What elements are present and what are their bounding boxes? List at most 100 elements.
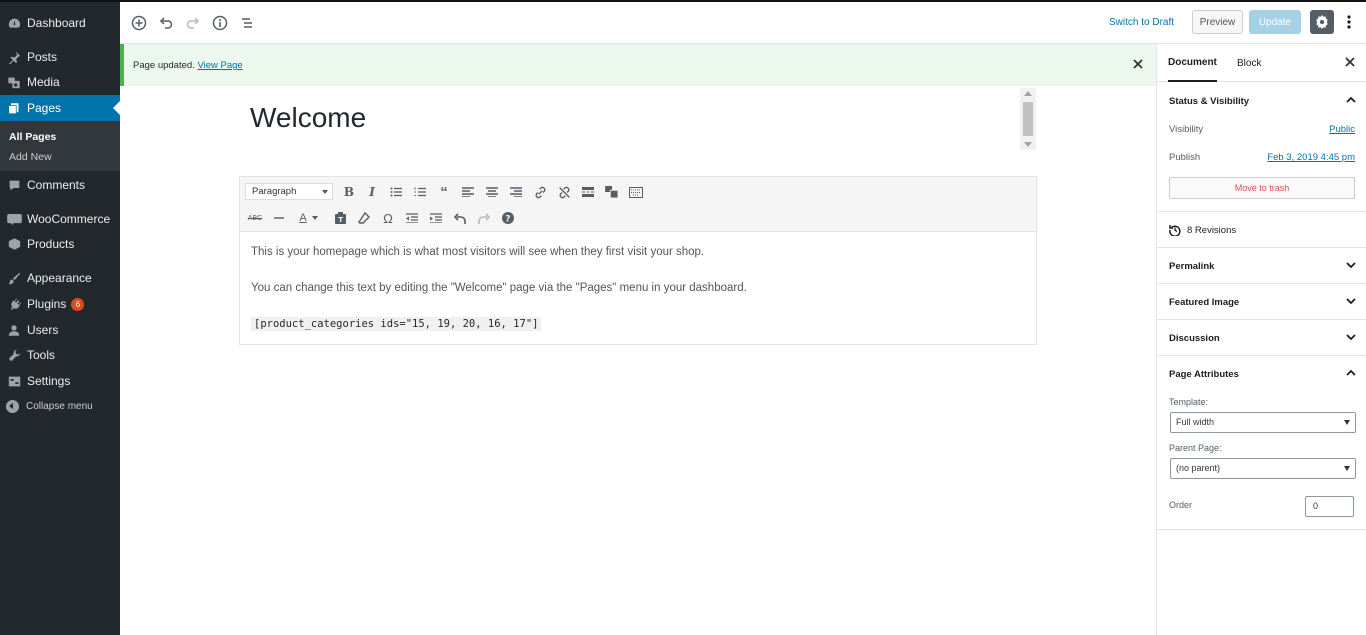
svg-text:T: T	[338, 216, 343, 224]
collapse-menu-button[interactable]: Collapse menu	[6, 400, 93, 413]
outdent-icon[interactable]	[402, 208, 422, 228]
numbered-list-icon[interactable]	[410, 182, 430, 202]
special-character-icon[interactable]: Ω	[378, 208, 398, 228]
submenu-all-pages[interactable]: All Pages	[9, 131, 56, 143]
align-right-icon[interactable]	[506, 182, 526, 202]
menu-settings[interactable]: Settings	[0, 368, 120, 394]
admin-sidebar: Dashboard Posts Media Pages All Pages Ad…	[0, 0, 120, 635]
menu-label: Plugins	[27, 297, 67, 311]
format-select[interactable]: Paragraph	[245, 183, 333, 200]
read-more-icon[interactable]	[578, 182, 598, 202]
visibility-label: Visibility	[1169, 124, 1204, 135]
template-label: Template:	[1169, 397, 1209, 407]
panel-title[interactable]: Featured Image	[1169, 297, 1239, 308]
align-left-icon[interactable]	[458, 182, 478, 202]
panel-title[interactable]: Permalink	[1169, 261, 1214, 272]
more-options-icon[interactable]	[1340, 10, 1358, 34]
pages-submenu: All Pages Add New	[0, 121, 120, 171]
chevron-down-icon[interactable]	[1345, 259, 1357, 271]
tab-block[interactable]: Block	[1237, 44, 1261, 82]
publish-date-link[interactable]: Feb 3, 2019 4:45 pm	[1267, 152, 1355, 163]
unlink-icon[interactable]	[554, 182, 574, 202]
move-to-trash-button[interactable]: Move to trash	[1169, 177, 1355, 199]
paste-text-icon[interactable]: T	[330, 208, 350, 228]
chevron-down-icon[interactable]	[1345, 295, 1357, 307]
update-count-badge: 6	[71, 297, 85, 311]
dashboard-icon	[6, 15, 22, 31]
clear-formatting-icon[interactable]	[354, 208, 374, 228]
indent-icon[interactable]	[426, 208, 446, 228]
redo-icon[interactable]	[182, 12, 204, 34]
link-icon[interactable]	[530, 182, 550, 202]
notice-text: Page updated.	[133, 60, 195, 71]
panel-title[interactable]: Page Attributes	[1169, 369, 1239, 380]
help-icon[interactable]: ?	[498, 208, 518, 228]
menu-label: Tools	[27, 348, 56, 362]
italic-icon[interactable]: I	[362, 182, 382, 202]
notice-message: Page updated. View Page	[133, 60, 243, 71]
chevron-up-icon[interactable]	[1345, 367, 1357, 379]
strikethrough-icon[interactable]: ABC	[245, 208, 265, 228]
undo-icon[interactable]	[155, 12, 177, 34]
menu-media[interactable]: Media	[0, 69, 120, 95]
keyboard-shortcuts-icon[interactable]	[626, 182, 646, 202]
menu-label: Products	[27, 237, 75, 251]
visibility-link[interactable]: Public	[1329, 124, 1355, 135]
close-icon[interactable]	[1344, 56, 1358, 70]
scroll-down-icon[interactable]	[1024, 142, 1032, 147]
add-block-icon[interactable]	[128, 12, 150, 34]
close-icon[interactable]	[1132, 58, 1146, 72]
title-scrollbar[interactable]	[1020, 88, 1036, 150]
settings-icon	[6, 373, 22, 389]
bold-icon[interactable]: B	[339, 182, 359, 202]
align-center-icon[interactable]	[482, 182, 502, 202]
menu-pages[interactable]: Pages	[0, 95, 120, 121]
page-title[interactable]: Welcome	[250, 102, 366, 134]
blockquote-icon[interactable]: “	[434, 182, 454, 202]
update-button[interactable]: Update	[1249, 10, 1301, 34]
order-input[interactable]: 0	[1305, 496, 1354, 517]
tab-document[interactable]: Document	[1168, 44, 1217, 82]
history-icon	[1169, 225, 1181, 236]
panel-title[interactable]: Discussion	[1169, 333, 1220, 344]
template-select[interactable]: Full width	[1170, 412, 1356, 433]
menu-users[interactable]: Users	[0, 317, 120, 343]
revisions-panel[interactable]: 8 Revisions	[1157, 212, 1366, 248]
outline-icon[interactable]	[236, 12, 258, 34]
menu-tools[interactable]: Tools	[0, 342, 120, 368]
horizontal-line-icon[interactable]	[269, 208, 289, 228]
collapse-menu-label: Collapse menu	[26, 401, 93, 412]
parent-page-value: (no parent)	[1176, 463, 1221, 473]
menu-plugins[interactable]: Plugins 6	[0, 291, 120, 317]
menu-posts[interactable]: Posts	[0, 44, 120, 70]
info-icon[interactable]	[209, 12, 231, 34]
toolbar-toggle-icon[interactable]	[602, 182, 622, 202]
menu-label: Dashboard	[27, 16, 86, 30]
scroll-thumb[interactable]	[1023, 102, 1033, 136]
chevron-down-icon	[1344, 466, 1350, 471]
chevron-up-icon[interactable]	[1345, 94, 1357, 106]
revisions-link[interactable]: 8 Revisions	[1169, 224, 1236, 236]
submenu-add-new[interactable]: Add New	[9, 151, 52, 163]
view-page-link[interactable]: View Page	[197, 60, 242, 71]
menu-woocommerce[interactable]: WooCommerce	[0, 206, 120, 232]
scroll-up-icon[interactable]	[1024, 91, 1032, 96]
menu-dashboard[interactable]: Dashboard	[0, 10, 120, 36]
panel-title[interactable]: Status & Visibility	[1169, 96, 1249, 107]
switch-to-draft-button[interactable]: Switch to Draft	[1109, 17, 1174, 28]
bullet-list-icon[interactable]	[386, 182, 406, 202]
gear-icon	[1316, 15, 1328, 29]
redo-icon[interactable]	[474, 208, 494, 228]
preview-button[interactable]: Preview	[1192, 10, 1243, 34]
undo-icon[interactable]	[450, 208, 470, 228]
chevron-down-icon[interactable]	[1345, 331, 1357, 343]
editor-header: Switch to Draft Preview Update	[120, 2, 1366, 44]
parent-page-select[interactable]: (no parent)	[1170, 458, 1356, 479]
menu-comments[interactable]: Comments	[0, 172, 120, 198]
classic-editor-block: Paragraph B I “ ABC A T Ω ? This is your…	[239, 176, 1037, 345]
settings-gear-button[interactable]	[1310, 10, 1334, 34]
menu-appearance[interactable]: Appearance	[0, 265, 120, 291]
menu-products[interactable]: Products	[0, 231, 120, 257]
plugin-icon	[6, 296, 22, 312]
chevron-down-icon[interactable]	[310, 208, 320, 228]
